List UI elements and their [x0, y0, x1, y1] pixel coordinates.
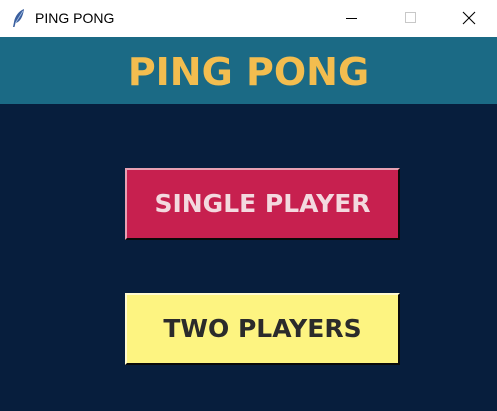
header-banner: PING PONG	[0, 37, 497, 104]
two-players-button[interactable]: TWO PLAYERS	[125, 293, 400, 365]
minimize-button[interactable]	[328, 0, 374, 36]
main-menu: SINGLE PLAYER TWO PLAYERS	[0, 104, 497, 411]
page-title: PING PONG	[127, 50, 370, 94]
maximize-icon	[405, 12, 416, 23]
close-icon	[462, 11, 476, 25]
app-window: PING PONG PING PONG SINGLE PLAYER TWO PL…	[0, 0, 497, 411]
single-player-button[interactable]: SINGLE PLAYER	[125, 168, 400, 240]
maximize-button[interactable]	[387, 0, 433, 36]
close-button[interactable]	[446, 0, 492, 36]
window-title: PING PONG	[35, 10, 115, 26]
minimize-icon	[346, 18, 357, 19]
feather-icon	[11, 8, 27, 28]
title-bar[interactable]: PING PONG	[0, 0, 497, 37]
